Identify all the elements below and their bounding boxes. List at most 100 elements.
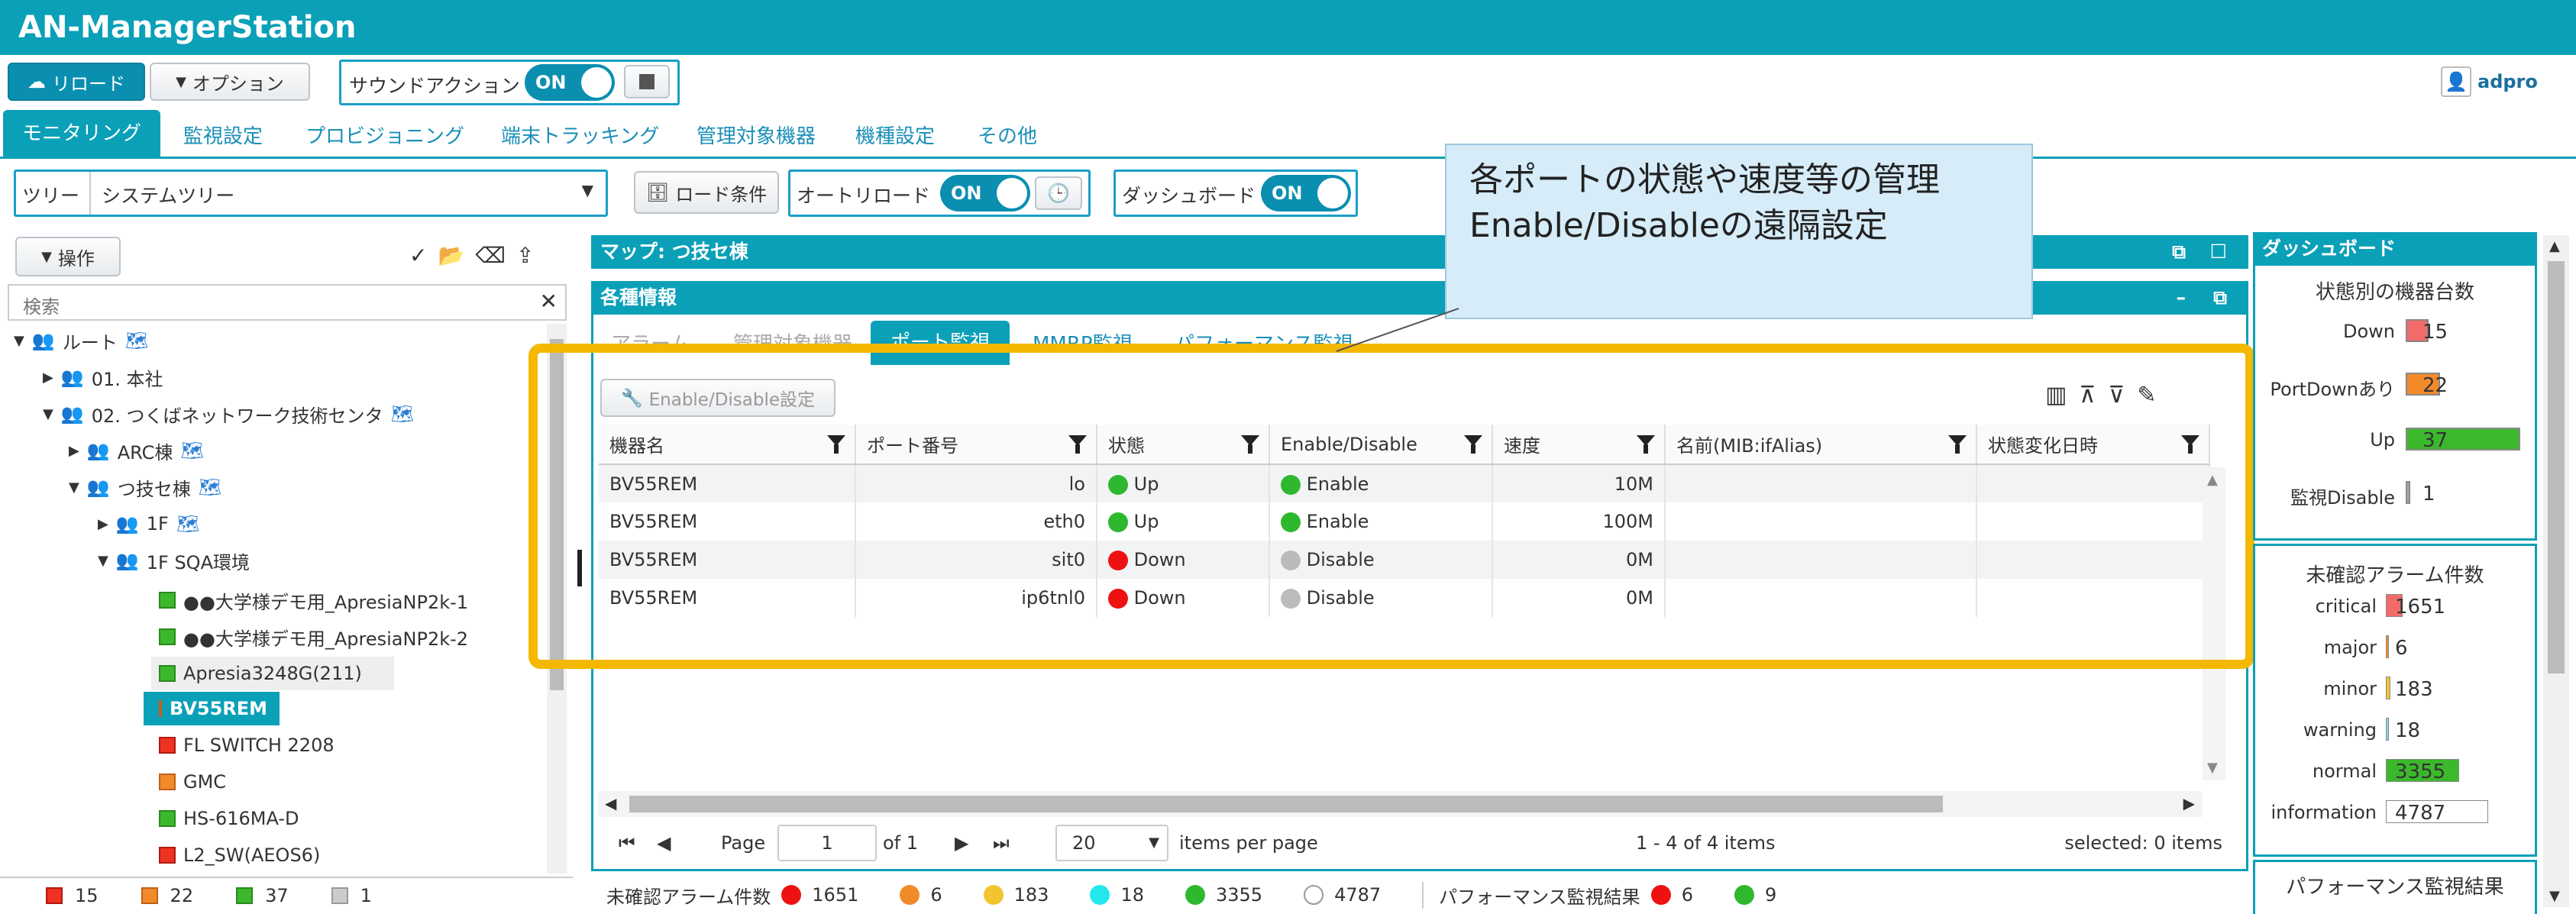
alarm-stat-value: 3355 bbox=[2395, 761, 2446, 783]
options-button[interactable]: ▼ オプション bbox=[150, 63, 310, 101]
alarm-stat-value: 4787 bbox=[2395, 802, 2446, 825]
expand-arrow-icon: ▶ bbox=[98, 515, 108, 532]
chevron-down-icon: ▼ bbox=[176, 73, 186, 90]
device-stat-label: Up bbox=[2370, 429, 2395, 451]
tree-item[interactable]: ▼ 👥 つ技セ棟 🗺 bbox=[69, 470, 221, 504]
device-status-icon bbox=[159, 665, 176, 682]
eraser-icon[interactable]: ⌫ bbox=[475, 243, 516, 268]
first-page-icon[interactable]: ⏮ bbox=[619, 832, 635, 854]
map-icon: 🗺 bbox=[124, 330, 149, 351]
tree-item[interactable]: HS-616MA-D bbox=[159, 802, 299, 835]
collapse-arrow-icon: ▼ bbox=[43, 405, 53, 422]
scroll-up-icon[interactable]: ▲ bbox=[2549, 238, 2560, 254]
map-icon: 🗺 bbox=[390, 403, 414, 425]
collapse-arrow-icon: ▼ bbox=[98, 552, 108, 569]
alarm-stat-value: 183 bbox=[2395, 678, 2433, 701]
tree-selector[interactable]: ツリー システムツリー ▼ bbox=[14, 170, 608, 217]
expand-arrow-icon: ▶ bbox=[69, 442, 79, 459]
grid-horizontal-scrollbar[interactable]: ◀ ▶ bbox=[599, 791, 2203, 817]
export-icon[interactable]: ⇪ bbox=[516, 243, 545, 268]
alarm-stat-value: 1651 bbox=[2395, 596, 2446, 618]
alarm-stat-label: critical bbox=[2315, 596, 2377, 617]
divider bbox=[89, 172, 91, 215]
dashboard-toggle[interactable]: ON bbox=[1261, 175, 1351, 212]
tree-item[interactable]: L2_SW(AEOS6) bbox=[159, 838, 320, 872]
callout-note: 各ポートの状態や速度等の管理 Enable/Disableの遠隔設定 bbox=[1445, 144, 2033, 319]
tree-operations-button[interactable]: ▼ 操作 bbox=[15, 237, 121, 276]
information-icon bbox=[1304, 885, 1324, 905]
collapse-arrow-icon: ▼ bbox=[14, 332, 24, 349]
tab-others[interactable]: その他 bbox=[978, 121, 1037, 149]
tree-item[interactable]: GMC bbox=[159, 765, 226, 799]
device-stat-label: PortDownあり bbox=[2270, 379, 2395, 400]
tree-item[interactable]: ▼ 👥 1F SQA環境 bbox=[98, 544, 250, 577]
maximize-icon[interactable]: ☐ bbox=[2210, 235, 2227, 269]
device-stat-label: Down bbox=[2342, 321, 2395, 342]
next-page-icon[interactable]: ▶ bbox=[955, 832, 968, 854]
auto-reload-toggle[interactable]: ON bbox=[940, 175, 1030, 212]
device-stat-bar bbox=[2406, 481, 2410, 504]
dashboard-header: ダッシュボード bbox=[2253, 232, 2537, 266]
page-scrollbar[interactable]: ▲ ▼ bbox=[2543, 235, 2569, 907]
scroll-right-icon[interactable]: ▶ bbox=[2183, 794, 2195, 812]
pager: ⏮ ◀ Page 1 of 1 ▶ ⏭ 20 ▼ items per page 1… bbox=[611, 825, 2238, 864]
tab-monitoring[interactable]: モニタリング bbox=[3, 110, 160, 157]
scroll-left-icon[interactable]: ◀ bbox=[605, 794, 616, 812]
tree-item[interactable]: ▼ 👥 ルート 🗺 bbox=[14, 324, 148, 357]
restore-icon[interactable]: ⧉ bbox=[2213, 281, 2227, 315]
check-all-icon[interactable]: ✓ bbox=[409, 243, 438, 268]
folder-open-icon[interactable]: 📂 bbox=[438, 243, 475, 268]
callout-pointer bbox=[1336, 308, 1459, 352]
tab-provisioning[interactable]: プロビジョニング bbox=[305, 121, 464, 149]
alarm-stat-label: minor bbox=[2323, 678, 2377, 699]
map-icon: 🗺 bbox=[198, 476, 222, 498]
minimize-icon[interactable]: – bbox=[2177, 281, 2187, 315]
last-page-icon[interactable]: ⏭ bbox=[993, 832, 1010, 854]
sound-stop-button[interactable] bbox=[624, 65, 670, 99]
tree-item[interactable]: ▶ 👥 1F 🗺 bbox=[98, 507, 199, 541]
disabled-status-icon bbox=[331, 887, 348, 904]
tab-managed-devices[interactable]: 管理対象機器 bbox=[697, 121, 816, 149]
device-status-icon bbox=[159, 847, 176, 864]
tree-item[interactable]: FL SWITCH 2208 bbox=[159, 728, 335, 762]
items-per-page-select[interactable]: 20 ▼ bbox=[1055, 825, 1168, 861]
major-icon bbox=[900, 885, 920, 905]
group-icon: 👥 bbox=[86, 476, 110, 498]
perf-result-section: パフォーマンス監視結果 bbox=[2253, 860, 2537, 914]
load-condition-button[interactable]: 🗄 ロード条件 bbox=[634, 171, 779, 214]
alarm-stat-bar bbox=[2386, 718, 2389, 741]
user-menu[interactable]: 👤 adpro bbox=[2441, 63, 2555, 101]
device-stat-value: 22 bbox=[2422, 374, 2448, 397]
clear-search-icon[interactable]: ✕ bbox=[540, 289, 558, 314]
tab-terminal-tracking[interactable]: 端末トラッキング bbox=[501, 121, 659, 149]
alarm-stat-label: information bbox=[2271, 802, 2377, 823]
dashboard-group: ダッシュボード ON bbox=[1113, 170, 1358, 217]
tree-item[interactable]: ▼ 👥 02. つくばネットワーク技術センタ 🗺 bbox=[43, 397, 414, 431]
tree-item[interactable]: Apresia3248G(211) bbox=[151, 657, 394, 690]
stop-icon bbox=[639, 74, 655, 89]
restore-icon[interactable]: ⧉ bbox=[2172, 235, 2186, 269]
tab-monitor-settings[interactable]: 監視設定 bbox=[183, 121, 263, 149]
tree-item-selected[interactable]: BV55REM bbox=[144, 692, 280, 725]
cloud-download-icon: ☁ bbox=[27, 71, 46, 92]
device-status-icon bbox=[159, 592, 176, 609]
group-icon: 👥 bbox=[115, 513, 139, 535]
scroll-down-icon[interactable]: ▼ bbox=[2549, 888, 2560, 904]
perf-ok-icon bbox=[1734, 885, 1754, 905]
page-number-input[interactable]: 1 bbox=[777, 825, 877, 861]
normal-icon bbox=[1185, 885, 1205, 905]
tree-item[interactable]: ●●大学様デモ用_ApresiaNP2k-2 bbox=[159, 620, 468, 654]
reload-interval-button[interactable]: 🕒 bbox=[1035, 176, 1082, 210]
tree-item[interactable]: ▶ 👥 ARC棟 🗺 bbox=[69, 434, 204, 467]
tree-status-bar: 15 22 37 1 bbox=[0, 877, 573, 913]
tree-item[interactable]: ▶ 👥 01. 本社 bbox=[43, 360, 163, 394]
dropdown-arrow-icon: ▼ bbox=[1149, 835, 1159, 851]
perf-alert-icon bbox=[1650, 885, 1671, 905]
sound-toggle[interactable]: ON bbox=[525, 64, 615, 101]
reload-button[interactable]: ☁ リロード bbox=[8, 63, 145, 101]
tab-model-settings[interactable]: 機種設定 bbox=[855, 121, 935, 149]
prev-page-icon[interactable]: ◀ bbox=[657, 832, 671, 854]
scroll-down-icon[interactable]: ▼ bbox=[2207, 760, 2218, 776]
tree-search-input[interactable]: 検索 ✕ bbox=[8, 284, 567, 321]
tree-item[interactable]: ●●大学様デモ用_ApresiaNP2k-1 bbox=[159, 583, 468, 617]
